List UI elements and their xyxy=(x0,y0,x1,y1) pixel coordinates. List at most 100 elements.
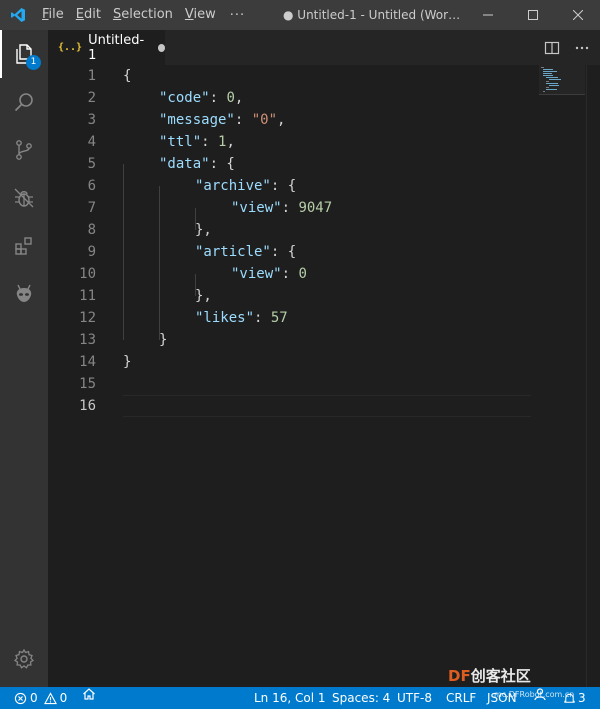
code-line[interactable]: 3 "message": "0", xyxy=(48,109,600,131)
debug-icon xyxy=(14,188,34,208)
editor-actions xyxy=(544,30,590,65)
code-line[interactable]: 8}, xyxy=(48,219,600,241)
code-line[interactable]: 14} xyxy=(48,351,600,373)
activity-source-control[interactable] xyxy=(0,126,48,174)
line-number: 7 xyxy=(87,200,96,216)
json-number: 0 xyxy=(226,90,235,106)
vscode-logo-icon xyxy=(0,0,36,30)
end-of-line[interactable]: CRLF xyxy=(446,687,476,709)
code-text: } xyxy=(123,351,131,373)
code-text: "data": { xyxy=(159,153,235,175)
json-punctuation: : xyxy=(201,134,219,150)
menu-mnemonic: S xyxy=(112,7,122,22)
json-punctuation: : { xyxy=(270,244,297,260)
code-text: "archive": { xyxy=(195,175,296,197)
code-text: }, xyxy=(195,285,212,307)
json-key: "archive" xyxy=(195,178,271,194)
code-line[interactable]: 4 "ttl": 1, xyxy=(48,131,600,153)
activity-explorer[interactable]: 1 xyxy=(0,30,48,78)
minimize-button[interactable] xyxy=(465,0,510,30)
line-number: 5 xyxy=(87,156,96,172)
json-punctuation: }, xyxy=(195,288,212,304)
json-punctuation: } xyxy=(159,332,168,348)
close-icon xyxy=(572,10,583,20)
menu-label: election xyxy=(121,7,173,22)
json-punctuation: } xyxy=(123,354,132,370)
json-punctuation: }, xyxy=(195,222,212,238)
window-controls xyxy=(465,0,600,30)
activity-manage[interactable] xyxy=(0,635,48,683)
json-punctuation: : xyxy=(209,90,227,106)
code-line[interactable]: 11}, xyxy=(48,285,600,307)
code-text: "likes": 57 xyxy=(195,307,288,329)
watermark-text: 创客社区 xyxy=(470,667,531,685)
code-line[interactable]: 7 "view": 9047 xyxy=(48,197,600,219)
encoding[interactable]: UTF-8 xyxy=(397,687,432,709)
gear-icon xyxy=(13,648,35,669)
menu-mnemonic: E xyxy=(75,7,84,22)
alien-icon xyxy=(16,284,32,302)
code-line[interactable]: 5 "data": { xyxy=(48,153,600,175)
line-number: 1 xyxy=(87,68,96,84)
problems-indicator[interactable]: 0 0 xyxy=(14,687,67,709)
warning-icon xyxy=(43,691,57,704)
remote-home-button[interactable] xyxy=(82,687,96,701)
json-punctuation: , xyxy=(234,90,244,106)
split-editor-icon[interactable] xyxy=(544,40,560,56)
code-line[interactable]: 10 "view": 0 xyxy=(48,263,600,285)
json-key: "data" xyxy=(159,156,210,172)
maximize-button[interactable] xyxy=(510,0,555,30)
menu-label: iew xyxy=(193,7,216,22)
line-number: 14 xyxy=(79,354,96,370)
code-line[interactable]: 16 xyxy=(48,395,600,417)
json-number: 0 xyxy=(298,266,307,282)
code-line[interactable]: 9 "article": { xyxy=(48,241,600,263)
close-window-button[interactable] xyxy=(555,0,600,30)
menu-view[interactable]: View xyxy=(179,0,222,30)
code-line[interactable]: 15 xyxy=(48,373,600,395)
explorer-badge: 1 xyxy=(26,55,41,70)
editor-tabs: {..} Untitled-1 xyxy=(48,30,600,65)
unsaved-dot-icon[interactable] xyxy=(157,43,165,52)
code-text: } xyxy=(159,329,167,351)
menu-edit[interactable]: Edit xyxy=(70,0,107,30)
json-file-icon: {..} xyxy=(58,42,83,53)
line-number: 4 xyxy=(87,134,96,150)
error-icon xyxy=(14,692,27,704)
json-string: "0" xyxy=(251,112,278,128)
indentation[interactable]: Spaces: 4 xyxy=(332,687,390,709)
code-line[interactable]: 2 "code": 0, xyxy=(48,87,600,109)
json-key: "code" xyxy=(159,90,210,106)
menu-selection[interactable]: Selection xyxy=(107,0,179,30)
warning-count: 0 xyxy=(59,691,68,705)
line-number: 2 xyxy=(87,90,96,106)
code-text: "article": { xyxy=(195,241,296,263)
menu-label: ile xyxy=(48,7,64,22)
activity-search[interactable] xyxy=(0,78,48,126)
activity-run-debug[interactable] xyxy=(0,174,48,222)
json-punctuation: : xyxy=(281,200,299,216)
code-editor[interactable]: 1{2 "code": 0, 3 "message": "0", 4 "ttl": 1, 5… xyxy=(48,65,600,687)
code-line[interactable]: 1{ xyxy=(48,65,600,87)
activity-alien-extension[interactable] xyxy=(0,270,48,318)
menu-more-button[interactable]: ··· xyxy=(222,8,253,23)
activity-extensions[interactable] xyxy=(0,222,48,270)
extensions-icon xyxy=(15,237,32,255)
home-icon xyxy=(83,688,95,700)
watermark: DF创客社区 xyxy=(448,665,531,686)
line-number: 15 xyxy=(79,376,96,392)
source-control-icon xyxy=(16,140,32,160)
json-key: "article" xyxy=(195,244,271,260)
json-punctuation: : { xyxy=(209,156,235,172)
code-line[interactable]: 12 "likes": 57 xyxy=(48,307,600,329)
code-line[interactable]: 6 "archive": { xyxy=(48,175,600,197)
maximize-icon xyxy=(527,10,538,20)
json-key: "view" xyxy=(231,200,282,216)
tab-untitled-1[interactable]: {..} Untitled-1 xyxy=(48,30,165,65)
cursor-position[interactable]: Ln 16, Col 1 xyxy=(254,687,326,709)
more-actions-icon[interactable] xyxy=(574,40,590,56)
json-punctuation: : xyxy=(281,266,299,282)
menu-mnemonic: V xyxy=(184,7,194,22)
menu-file[interactable]: File xyxy=(36,0,70,30)
code-line[interactable]: 13} xyxy=(48,329,600,351)
